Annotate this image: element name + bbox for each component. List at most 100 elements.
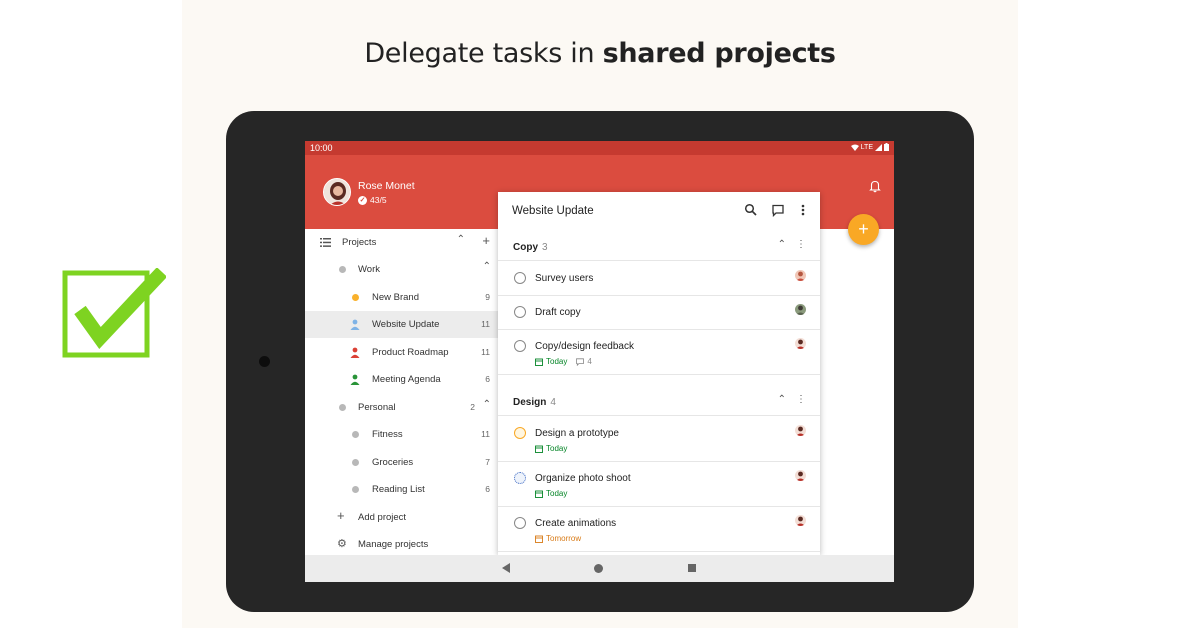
add-project-label: Add project: [358, 512, 407, 523]
sidebar: Projects ⌃ + Work ⌃ New Brand 9 Website …: [305, 229, 498, 555]
project-title: Website Update: [512, 205, 594, 217]
status-icons: LTE: [850, 143, 889, 151]
section-copy: Copy 3 ⌃ ⋮: [498, 231, 820, 261]
sidebar-item-label: Groceries: [372, 457, 414, 468]
manage-projects-label: Manage projects: [358, 539, 429, 550]
chevron-up-icon[interactable]: ⌃: [483, 399, 491, 410]
sidebar-item-count: 11: [481, 319, 490, 329]
section-title: Copy 3: [513, 242, 548, 253]
assignee-avatar-icon: [795, 425, 806, 436]
status-bar: 10:00 LTE: [305, 141, 894, 155]
chevron-up-icon[interactable]: ⌃: [778, 239, 786, 250]
calendar-icon: [535, 490, 543, 498]
sidebar-item-new-brand[interactable]: New Brand 9: [305, 284, 498, 311]
task-item[interactable]: Survey users: [498, 262, 820, 296]
user-karma: ✓ 43/5: [358, 195, 387, 205]
task-item[interactable]: Draft copy: [498, 296, 820, 330]
project-panel: Website Update Copy 3 ⌃ ⋮ Survey users Dr…: [498, 192, 820, 555]
sidebar-item-reading-list[interactable]: Reading List 6: [305, 476, 498, 503]
calendar-icon: [535, 535, 543, 543]
battery-icon: [884, 143, 889, 151]
project-dot-icon: [339, 266, 346, 273]
sidebar-projects-header[interactable]: Projects ⌃ +: [305, 229, 498, 256]
plus-icon: +: [337, 508, 345, 523]
sidebar-item-label: Product Roadmap: [372, 347, 449, 358]
sidebar-item-label: Reading List: [372, 484, 425, 495]
projects-label: Projects: [342, 237, 377, 248]
comment-count-icon: [576, 357, 585, 366]
task-checkbox[interactable]: [514, 472, 526, 484]
sidebar-item-meeting-agenda[interactable]: Meeting Agenda 6: [305, 366, 498, 393]
shared-person-icon: [350, 319, 360, 330]
task-checkbox[interactable]: [514, 517, 526, 529]
task-due: Tomorrow: [535, 534, 581, 543]
sidebar-item-work[interactable]: Work ⌃: [305, 256, 498, 283]
chevron-up-icon[interactable]: ⌃: [778, 394, 786, 405]
task-due: Today: [535, 444, 567, 453]
add-project-button[interactable]: + Add project: [305, 504, 498, 531]
sidebar-item-label: Personal: [358, 402, 396, 413]
sidebar-item-product-roadmap[interactable]: Product Roadmap 11: [305, 339, 498, 366]
assignee-avatar-icon: [795, 270, 806, 281]
back-icon[interactable]: [502, 563, 510, 573]
user-avatar[interactable]: [323, 178, 351, 206]
assignee-avatar-icon: [795, 515, 806, 526]
project-header: Website Update: [498, 192, 820, 230]
android-nav-bar: [305, 555, 894, 582]
checkmark-icon: [62, 268, 166, 358]
network-label: LTE: [860, 143, 873, 151]
task-checkbox[interactable]: [514, 306, 526, 318]
manage-projects-button[interactable]: ⚙ Manage projects: [305, 531, 498, 558]
sidebar-item-label: Fitness: [372, 429, 403, 440]
karma-check-icon: ✓: [358, 195, 367, 205]
sidebar-item-label: Website Update: [372, 319, 440, 330]
comment-icon[interactable]: [771, 203, 785, 217]
more-vertical-icon[interactable]: ⋮: [796, 239, 806, 250]
project-dot-icon: [352, 431, 359, 438]
wifi-icon: [850, 144, 859, 151]
section-title: Design 4: [513, 397, 556, 408]
due-label: Today: [546, 357, 568, 366]
more-vertical-icon[interactable]: ⋮: [796, 394, 806, 405]
task-due: Today 4: [535, 357, 592, 366]
sidebar-item-count: 6: [485, 374, 490, 384]
chevron-up-icon[interactable]: ⌃: [483, 261, 491, 272]
bell-icon[interactable]: [868, 179, 882, 193]
sidebar-item-personal[interactable]: Personal 2 ⌃: [305, 394, 498, 421]
user-name: Rose Monet: [358, 180, 415, 192]
calendar-icon: [535, 445, 543, 453]
shared-person-icon: [350, 374, 360, 385]
home-icon[interactable]: [594, 564, 603, 573]
task-item[interactable]: Create animations Tomorrow: [498, 507, 820, 552]
sidebar-item-label: Work: [358, 264, 380, 275]
assignee-avatar-icon: [795, 338, 806, 349]
assignee-avatar-icon: [795, 304, 806, 315]
task-item[interactable]: Copy/design feedback Today 4: [498, 330, 820, 375]
tablet-camera: [259, 356, 270, 367]
project-dot-icon: [352, 459, 359, 466]
app-screen: 10:00 LTE Rose Monet ✓ 43/5 Projects ⌃ +…: [305, 141, 894, 582]
sidebar-item-groceries[interactable]: Groceries 7: [305, 449, 498, 476]
task-name: Copy/design feedback: [535, 341, 634, 352]
search-icon[interactable]: [744, 203, 758, 217]
chevron-up-icon[interactable]: ⌃: [457, 234, 465, 245]
task-item[interactable]: Design a prototype Today: [498, 417, 820, 462]
task-name: Create animations: [535, 518, 617, 529]
comment-count: 4: [587, 357, 592, 366]
task-checkbox[interactable]: [514, 272, 526, 284]
sidebar-item-website-update[interactable]: Website Update 11: [305, 311, 498, 338]
task-name: Design a prototype: [535, 428, 619, 439]
task-item[interactable]: Organize photo shoot Today: [498, 462, 820, 507]
assignee-avatar-icon: [795, 470, 806, 481]
task-checkbox[interactable]: [514, 340, 526, 352]
recent-apps-icon[interactable]: [688, 564, 696, 572]
status-time: 10:00: [310, 143, 333, 153]
more-vertical-icon[interactable]: [796, 203, 810, 217]
due-label: Today: [546, 489, 568, 498]
sidebar-item-count: 7: [485, 457, 490, 467]
gear-icon: ⚙: [337, 538, 347, 550]
add-project-plus-icon[interactable]: +: [482, 233, 490, 248]
add-task-button[interactable]: +: [848, 214, 879, 245]
task-checkbox[interactable]: [514, 427, 526, 439]
sidebar-item-fitness[interactable]: Fitness 11: [305, 421, 498, 448]
